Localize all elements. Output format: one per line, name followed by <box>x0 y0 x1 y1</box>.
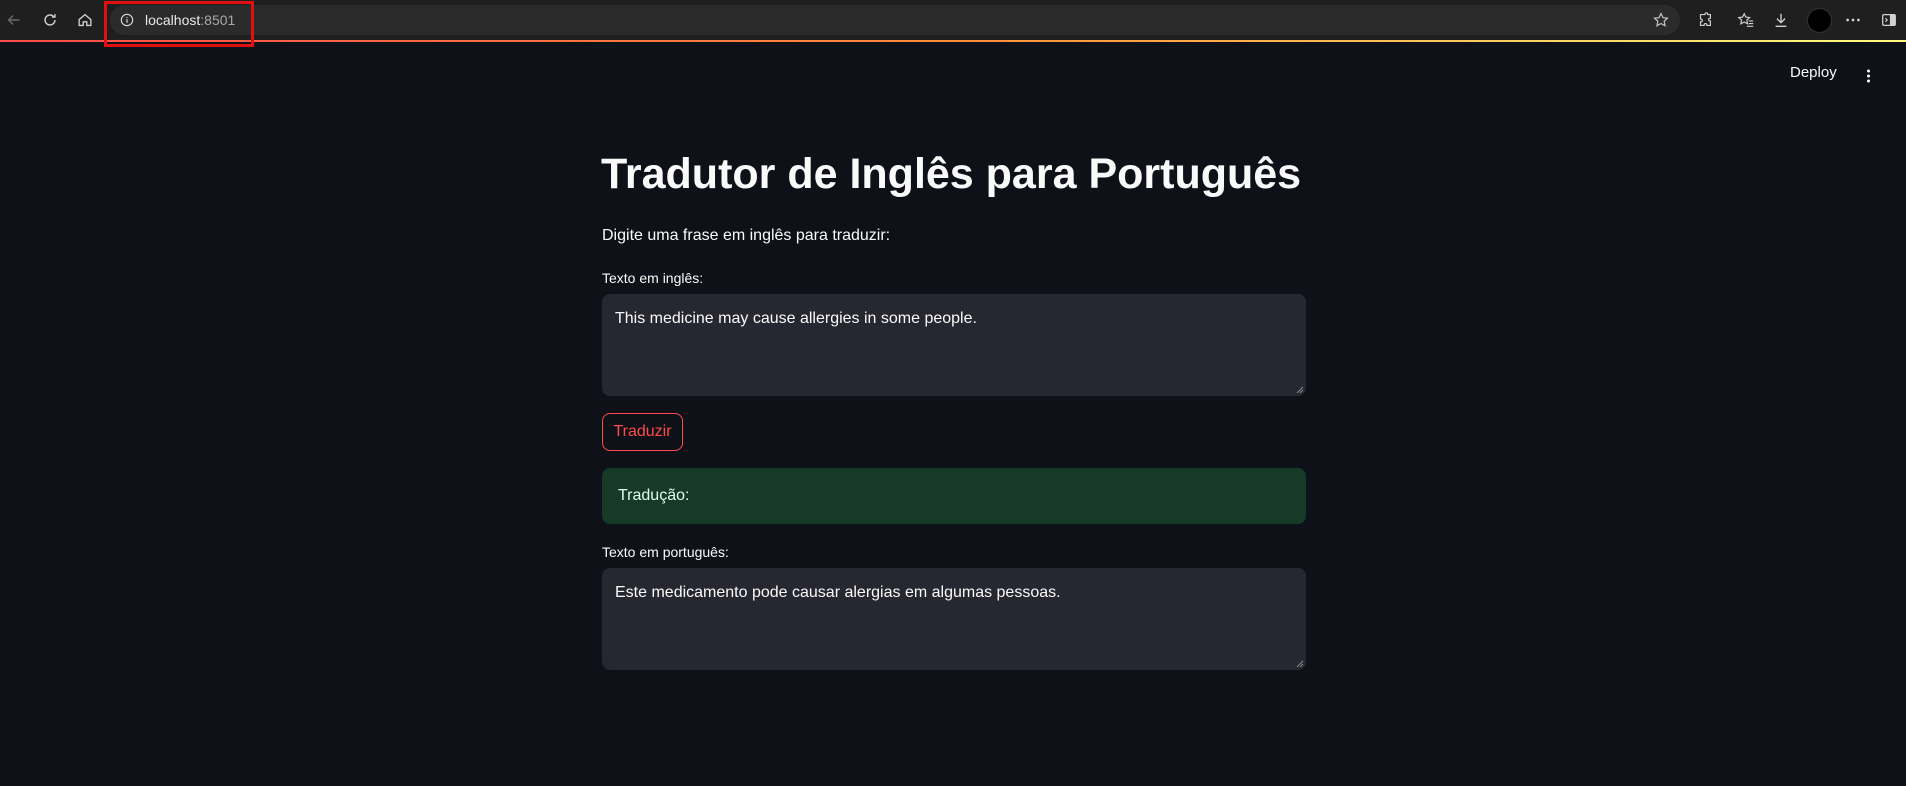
reload-icon <box>44 14 56 26</box>
reload-button[interactable] <box>36 6 64 34</box>
more-icon <box>1846 18 1860 22</box>
address-bar[interactable]: localhost:8501 <box>110 5 1680 35</box>
extensions-button[interactable] <box>1694 9 1716 31</box>
url-highlight-annotation <box>104 1 254 47</box>
favorites-icon <box>1737 12 1754 27</box>
output-label: Texto em português: <box>602 544 729 560</box>
sidebar-icon <box>1882 13 1896 27</box>
input-label: Texto em inglês: <box>602 270 704 286</box>
downloads-button[interactable] <box>1770 9 1792 31</box>
favorites-button[interactable] <box>1735 9 1757 31</box>
english-text-input[interactable]: This medicine may cause allergies in som… <box>602 294 1306 396</box>
success-alert: Tradução: <box>602 468 1306 524</box>
home-icon <box>78 13 92 27</box>
download-icon <box>1775 13 1787 27</box>
resize-grip-icon[interactable] <box>1296 660 1304 668</box>
success-message: Tradução: <box>618 487 690 504</box>
extensions-icon <box>1699 12 1711 26</box>
profile-avatar[interactable] <box>1807 8 1832 33</box>
star-icon[interactable] <box>1652 11 1670 29</box>
browser-toolbar: localhost:8501 <box>0 0 1906 41</box>
back-button[interactable] <box>0 6 28 34</box>
portuguese-text-output[interactable]: Este medicamento pode causar alergias em… <box>602 568 1306 670</box>
home-button[interactable] <box>71 6 99 34</box>
back-icon <box>7 14 20 26</box>
kebab-menu-icon <box>1866 69 1870 83</box>
main-menu-button[interactable] <box>1862 66 1874 86</box>
translate-button[interactable]: Traduzir <box>602 413 683 451</box>
page-top-decoration <box>0 40 1906 42</box>
resize-grip-icon[interactable] <box>1296 386 1304 394</box>
more-button[interactable] <box>1842 9 1864 31</box>
sidebar-button[interactable] <box>1878 9 1900 31</box>
instruction-text: Digite uma frase em inglês para traduzir… <box>602 227 891 244</box>
deploy-button[interactable]: Deploy <box>1790 64 1837 81</box>
page-title: Tradutor de Inglês para Português <box>601 150 1302 198</box>
